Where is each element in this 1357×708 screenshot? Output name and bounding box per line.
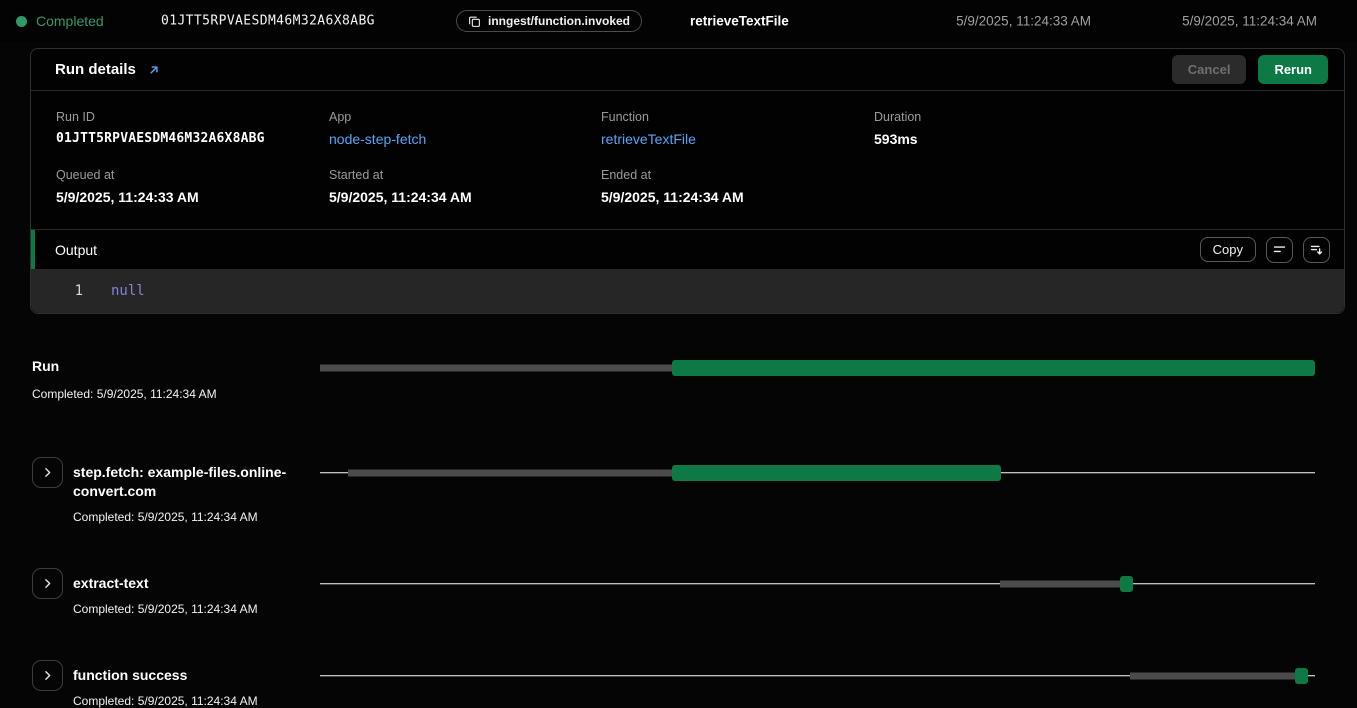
timeline-track — [320, 568, 1315, 599]
field-value: 5/9/2025, 11:24:34 AM — [601, 189, 874, 205]
run-title: Run — [32, 358, 320, 374]
timeline-track — [320, 359, 1315, 377]
timeline-row-run: Run Completed: 5/9/2025, 11:24:34 AM — [32, 358, 1315, 401]
step-title: extract-text — [73, 574, 305, 593]
step-completed-time: Completed: 5/9/2025, 11:24:34 AM — [73, 510, 320, 524]
run-row-label: Run Completed: 5/9/2025, 11:24:34 AM — [32, 358, 320, 401]
timeline-track — [320, 660, 1315, 691]
step-info: function success Completed: 5/9/2025, 11… — [73, 660, 320, 708]
cancel-button[interactable]: Cancel — [1172, 55, 1247, 84]
wrap-text-button[interactable] — [1266, 237, 1293, 263]
step-completed-time: Completed: 5/9/2025, 11:24:34 AM — [73, 602, 320, 616]
field-run-id: Run ID 01JTT5RPVAESDM46M32A6X8ABG — [56, 110, 329, 147]
expand-step-button[interactable] — [32, 568, 63, 599]
chevron-right-icon — [41, 466, 54, 479]
card-header: Run details Cancel Rerun — [31, 49, 1344, 91]
step-completed-time: Completed: 5/9/2025, 11:24:34 AM — [73, 694, 320, 708]
step-duration-bar[interactable] — [672, 465, 1000, 481]
timeline-baseline — [320, 583, 1315, 585]
queue-bar — [348, 469, 672, 476]
wrap-text-icon — [1272, 242, 1287, 257]
output-title: Output — [55, 242, 97, 258]
copy-output-button[interactable]: Copy — [1200, 237, 1256, 262]
expand-step-button[interactable] — [32, 660, 63, 691]
field-app: App node-step-fetch — [329, 110, 601, 147]
run-completed-time: Completed: 5/9/2025, 11:24:34 AM — [32, 387, 320, 401]
field-label: Started at — [329, 168, 601, 182]
field-label: Run ID — [56, 110, 329, 124]
expand-output-button[interactable] — [1303, 237, 1330, 263]
timeline-track — [320, 457, 1315, 488]
function-link[interactable]: retrieveTextFile — [601, 131, 874, 147]
field-value: 5/9/2025, 11:24:34 AM — [329, 189, 601, 205]
field-label: Function — [601, 110, 874, 124]
field-value: 593ms — [874, 131, 1320, 147]
step-title: step.fetch: example-files.online-convert… — [73, 463, 305, 501]
timeline-row-step-fetch: step.fetch: example-files.online-convert… — [32, 457, 1315, 524]
step-duration-bar[interactable] — [1295, 668, 1308, 684]
output-code-area: 1 null — [31, 269, 1344, 313]
field-label: Duration — [874, 110, 1320, 124]
app-link[interactable]: node-step-fetch — [329, 131, 601, 147]
event-badge-label: inngest/function.invoked — [488, 14, 630, 28]
queue-bar — [320, 365, 672, 372]
output-value: null — [111, 283, 145, 299]
queue-bar — [1130, 672, 1295, 679]
card-title: Run details — [55, 61, 136, 78]
line-number: 1 — [31, 283, 83, 299]
run-details-card: Run details Cancel Rerun Run ID 01JTT5RP… — [30, 48, 1345, 314]
step-info: step.fetch: example-files.online-convert… — [73, 457, 320, 524]
field-label: App — [329, 110, 601, 124]
lines-arrow-down-icon — [1309, 242, 1324, 257]
expand-step-button[interactable] — [32, 457, 63, 488]
field-queued-at: Queued at 5/9/2025, 11:24:33 AM — [56, 168, 329, 205]
rerun-button[interactable]: Rerun — [1258, 55, 1328, 84]
status-dot-icon — [16, 16, 27, 27]
topbar-queued-time: 5/9/2025, 11:24:33 AM — [956, 14, 1091, 29]
field-duration: Duration 593ms — [874, 110, 1320, 147]
copy-icon — [468, 15, 481, 28]
topbar-started-time: 5/9/2025, 11:24:34 AM — [1182, 14, 1317, 29]
field-label: Ended at — [601, 168, 874, 182]
step-info: extract-text Completed: 5/9/2025, 11:24:… — [73, 568, 320, 616]
topbar: Completed 01JTT5RPVAESDM46M32A6X8ABG inn… — [0, 0, 1357, 42]
timeline-row-function-success: function success Completed: 5/9/2025, 11… — [32, 660, 1315, 708]
run-details-grid: Run ID 01JTT5RPVAESDM46M32A6X8ABG App no… — [31, 91, 1344, 229]
topbar-function-name: retrieveTextFile — [690, 14, 789, 29]
output-actions: Copy — [1200, 237, 1330, 263]
chevron-right-icon — [41, 577, 54, 590]
field-label: Queued at — [56, 168, 329, 182]
header-actions: Cancel Rerun — [1172, 55, 1328, 84]
external-link-icon[interactable] — [147, 63, 161, 77]
field-function: Function retrieveTextFile — [601, 110, 874, 147]
field-started-at: Started at 5/9/2025, 11:24:34 AM — [329, 168, 601, 205]
field-value: 01JTT5RPVAESDM46M32A6X8ABG — [56, 131, 329, 146]
timeline-row-extract-text: extract-text Completed: 5/9/2025, 11:24:… — [32, 568, 1315, 616]
field-ended-at: Ended at 5/9/2025, 11:24:34 AM — [601, 168, 874, 205]
queue-bar — [1000, 580, 1120, 587]
run-duration-bar[interactable] — [672, 360, 1315, 376]
field-value: 5/9/2025, 11:24:33 AM — [56, 189, 329, 205]
step-title: function success — [73, 666, 305, 685]
run-timeline: Run Completed: 5/9/2025, 11:24:34 AM ste… — [0, 314, 1357, 708]
event-badge[interactable]: inngest/function.invoked — [456, 10, 642, 32]
topbar-run-id: 01JTT5RPVAESDM46M32A6X8ABG — [161, 14, 375, 29]
run-status: Completed — [16, 13, 104, 29]
step-duration-bar[interactable] — [1120, 576, 1133, 592]
chevron-right-icon — [41, 669, 54, 682]
status-label: Completed — [36, 13, 104, 29]
output-header: Output Copy — [31, 229, 1344, 269]
output-success-accent — [31, 230, 35, 269]
